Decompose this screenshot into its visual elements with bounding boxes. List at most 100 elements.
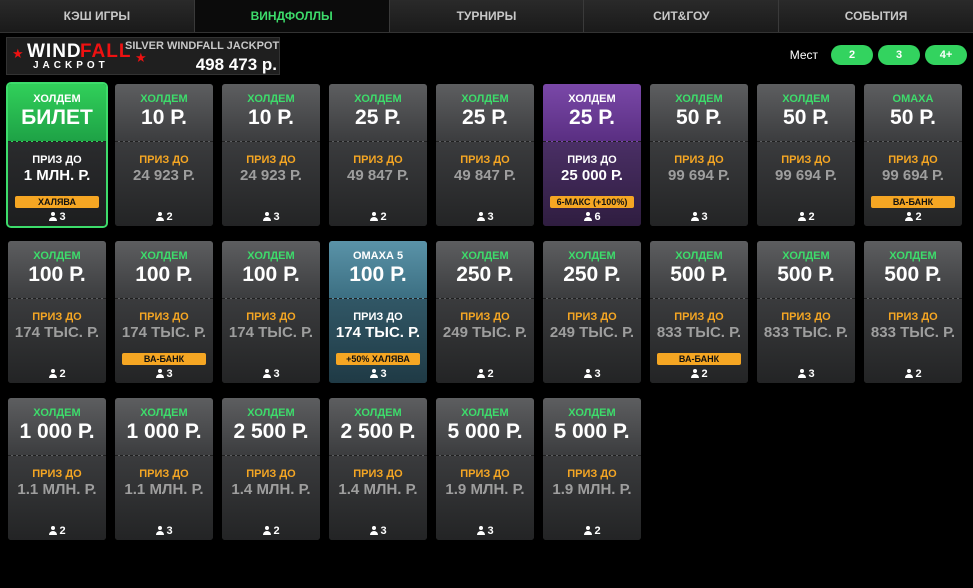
- buy-in: 10 Р.: [141, 106, 187, 129]
- windfall-card[interactable]: ХОЛДЕМ 5 000 Р. ПРИЗ ДО 1.9 МЛН. Р. 2: [543, 398, 641, 540]
- game-type: ХОЛДЕМ: [675, 250, 723, 262]
- card-prize: ПРИЗ ДО 174 ТЫС. Р. +50% ХАЛЯВА 3: [329, 299, 427, 383]
- person-icon: [155, 212, 164, 221]
- person-icon: [262, 526, 271, 535]
- windfall-card[interactable]: ХОЛДЕМ 25 Р. ПРИЗ ДО 49 847 Р. 3: [436, 84, 534, 226]
- seats-option-2[interactable]: 2: [831, 45, 873, 65]
- buy-in: 500 Р.: [670, 263, 728, 286]
- prize-label: ПРИЗ ДО: [246, 311, 296, 323]
- game-type: ХОЛДЕМ: [568, 250, 616, 262]
- game-type: ХОЛДЕМ: [568, 407, 616, 419]
- game-type: ХОЛДЕМ: [461, 407, 509, 419]
- buy-in: 50 Р.: [783, 106, 829, 129]
- windfall-card[interactable]: ХОЛДЕМ 25 Р. ПРИЗ ДО 49 847 Р. 2: [329, 84, 427, 226]
- windfall-card[interactable]: ХОЛДЕМ 1 000 Р. ПРИЗ ДО 1.1 МЛН. Р. 3: [115, 398, 213, 540]
- player-count: 6: [543, 211, 641, 223]
- card-prize: ПРИЗ ДО 174 ТЫС. Р. 2: [8, 299, 106, 383]
- star-icon: ★: [12, 46, 24, 61]
- game-type: ХОЛДЕМ: [140, 250, 188, 262]
- prize-value: 174 ТЫС. Р.: [228, 324, 314, 341]
- promo-badge: ВА-БАНК: [871, 196, 955, 208]
- person-icon: [797, 212, 806, 221]
- windfall-card[interactable]: ХОЛДЕМ 500 Р. ПРИЗ ДО 833 ТЫС. Р. 2: [864, 241, 962, 383]
- prize-label: ПРИЗ ДО: [460, 311, 510, 323]
- prize-label: ПРИЗ ДО: [460, 154, 510, 166]
- windfall-card[interactable]: ХОЛДЕМ 250 Р. ПРИЗ ДО 249 ТЫС. Р. 2: [436, 241, 534, 383]
- game-type: ХОЛДЕМ: [33, 407, 81, 419]
- card-header: ХОЛДЕМ 10 Р.: [115, 84, 213, 142]
- windfall-card[interactable]: ХОЛДЕМ 5 000 Р. ПРИЗ ДО 1.9 МЛН. Р. 3: [436, 398, 534, 540]
- player-count-value: 2: [273, 525, 280, 537]
- player-count-value: 2: [59, 525, 66, 537]
- windfall-card[interactable]: ХОЛДЕМ 1 000 Р. ПРИЗ ДО 1.1 МЛН. Р. 2: [8, 398, 106, 540]
- windfall-card[interactable]: ХОЛДЕМ 50 Р. ПРИЗ ДО 99 694 Р. 3: [650, 84, 748, 226]
- windfall-card[interactable]: ХОЛДЕМ 500 Р. ПРИЗ ДО 833 ТЫС. Р. ВА-БАНК 2: [650, 241, 748, 383]
- card-prize: ПРИЗ ДО 25 000 Р. 6-МАКС (+100%) 6: [543, 142, 641, 226]
- player-count: 3: [543, 368, 641, 380]
- card-prize: ПРИЗ ДО 99 694 Р. 2: [757, 142, 855, 226]
- buy-in: 50 Р.: [676, 106, 722, 129]
- card-header: ХОЛДЕМ 5 000 Р.: [436, 398, 534, 456]
- seats-option-4-plus[interactable]: 4+: [925, 45, 967, 65]
- tab-tournaments[interactable]: ТУРНИРЫ: [389, 0, 585, 32]
- card-header: ХОЛДЕМ 250 Р.: [436, 241, 534, 299]
- game-type: ХОЛДЕМ: [889, 250, 937, 262]
- windfall-card[interactable]: ХОЛДЕМ 100 Р. ПРИЗ ДО 174 ТЫС. Р. ВА-БАНК 3: [115, 241, 213, 383]
- person-icon: [904, 369, 913, 378]
- seats-filter: Мест 2 3 4+: [790, 45, 967, 65]
- prize-value: 174 ТЫС. Р.: [14, 324, 100, 341]
- windfall-card[interactable]: ХОЛДЕМ 500 Р. ПРИЗ ДО 833 ТЫС. Р. 3: [757, 241, 855, 383]
- tab-sit-and-go[interactable]: СИТ&ГОУ: [584, 0, 780, 32]
- card-prize: ПРИЗ ДО 1.4 МЛН. Р. 3: [329, 456, 427, 540]
- promo-badge: +50% ХАЛЯВА: [336, 353, 420, 365]
- tab-cash-games[interactable]: КЭШ ИГРЫ: [0, 0, 195, 32]
- player-count: 3: [115, 368, 213, 380]
- promo-badge: ВА-БАНК: [657, 353, 741, 365]
- game-type: ХОЛДЕМ: [782, 250, 830, 262]
- person-icon: [155, 369, 164, 378]
- windfall-card[interactable]: ХОЛДЕМ 100 Р. ПРИЗ ДО 174 ТЫС. Р. 2: [8, 241, 106, 383]
- prize-value: 1.4 МЛН. Р.: [231, 481, 311, 498]
- buy-in: 100 Р.: [242, 263, 300, 286]
- windfall-card[interactable]: ОМАХА 50 Р. ПРИЗ ДО 99 694 Р. ВА-БАНК 2: [864, 84, 962, 226]
- prize-label: ПРИЗ ДО: [353, 468, 403, 480]
- windfall-card[interactable]: ХОЛДЕМ 10 Р. ПРИЗ ДО 24 923 Р. 3: [222, 84, 320, 226]
- promo-badge: 6-МАКС (+100%): [550, 196, 634, 208]
- prize-label: ПРИЗ ДО: [567, 468, 617, 480]
- seats-option-3[interactable]: 3: [878, 45, 920, 65]
- tab-windfalls[interactable]: ВИНДФОЛЛЫ: [194, 0, 390, 32]
- person-icon: [583, 369, 592, 378]
- card-header: ХОЛДЕМ 1 000 Р.: [115, 398, 213, 456]
- windfall-card[interactable]: ХОЛДЕМ 2 500 Р. ПРИЗ ДО 1.4 МЛН. Р. 2: [222, 398, 320, 540]
- card-header: ХОЛДЕМ 25 Р.: [329, 84, 427, 142]
- card-prize: ПРИЗ ДО 24 923 Р. 3: [222, 142, 320, 226]
- player-count: 3: [115, 525, 213, 537]
- prize-label: ПРИЗ ДО: [139, 154, 189, 166]
- windfall-card[interactable]: ХОЛДЕМ 100 Р. ПРИЗ ДО 174 ТЫС. Р. 3: [222, 241, 320, 383]
- windfall-card[interactable]: ХОЛДЕМ 250 Р. ПРИЗ ДО 249 ТЫС. Р. 3: [543, 241, 641, 383]
- card-header: ХОЛДЕМ 25 Р.: [543, 84, 641, 142]
- buy-in: 1 000 Р.: [126, 420, 202, 443]
- buy-in: 25 Р.: [462, 106, 508, 129]
- person-icon: [583, 526, 592, 535]
- player-count-value: 2: [487, 368, 494, 380]
- windfall-card[interactable]: ХОЛДЕМ 50 Р. ПРИЗ ДО 99 694 Р. 2: [757, 84, 855, 226]
- player-count-value: 2: [915, 368, 922, 380]
- windfall-card[interactable]: ОМАХА 5 100 Р. ПРИЗ ДО 174 ТЫС. Р. +50% ХАЛЯ…: [329, 241, 427, 383]
- player-count-value: 3: [166, 368, 173, 380]
- header-bar: ★ WIND FALL JACKPOT ★ SILVER WINDFALL JA…: [0, 33, 973, 79]
- windfall-card[interactable]: ХОЛДЕМ 2 500 Р. ПРИЗ ДО 1.4 МЛН. Р. 3: [329, 398, 427, 540]
- person-icon: [262, 369, 271, 378]
- prize-label: ПРИЗ ДО: [246, 468, 296, 480]
- windfall-card[interactable]: ХОЛДЕМ 25 Р. ПРИЗ ДО 25 000 Р. 6-МАКС (+100%…: [543, 84, 641, 226]
- player-count-value: 3: [380, 368, 387, 380]
- prize-value: 1 МЛН. Р.: [23, 167, 91, 184]
- prize-label: ПРИЗ ДО: [888, 154, 938, 166]
- windfall-card[interactable]: ХОЛДЕМ 10 Р. ПРИЗ ДО 24 923 Р. 2: [115, 84, 213, 226]
- buy-in: 500 Р.: [777, 263, 835, 286]
- card-header: ОМАХА 50 Р.: [864, 84, 962, 142]
- tab-events[interactable]: СОБЫТИЯ: [779, 0, 973, 32]
- person-icon: [476, 212, 485, 221]
- logo-jackpot-text: JACKPOT: [33, 60, 109, 71]
- windfall-card[interactable]: ХОЛДЕМ БИЛЕТ ПРИЗ ДО 1 МЛН. Р. ХАЛЯВА 3: [6, 82, 108, 228]
